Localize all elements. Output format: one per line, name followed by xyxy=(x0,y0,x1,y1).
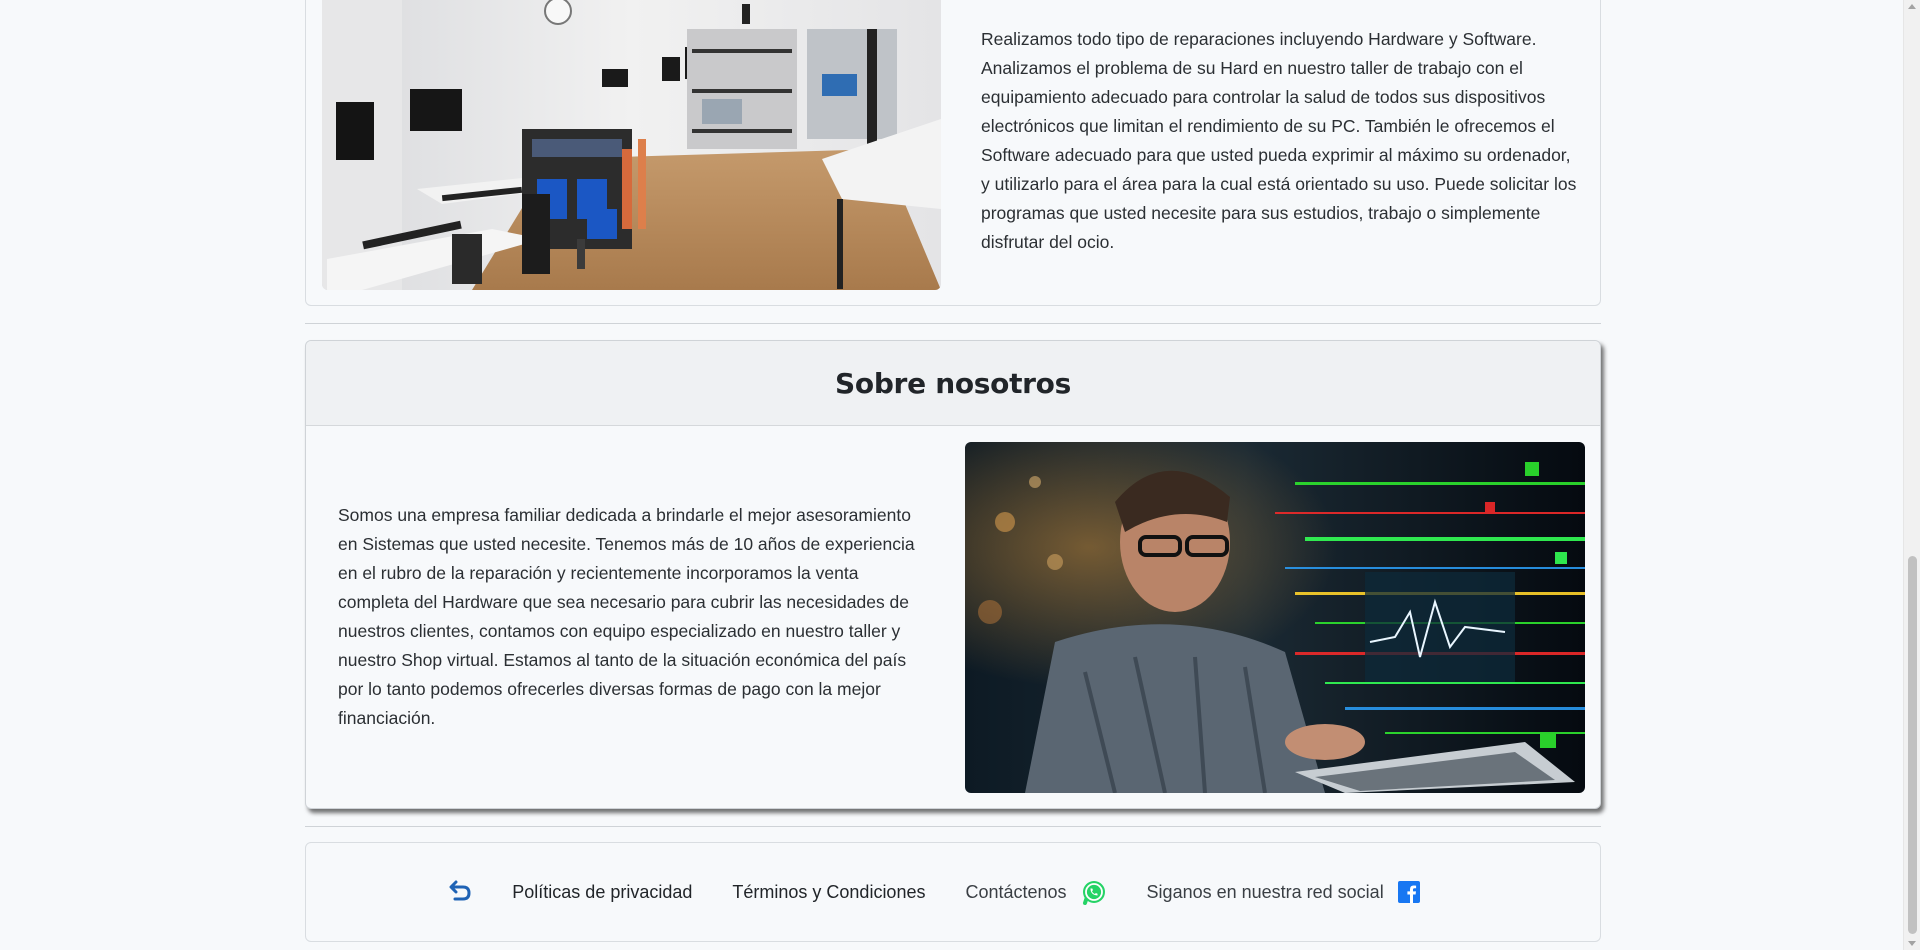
about-title: Sobre nosotros xyxy=(835,366,1071,400)
about-description: Somos una empresa familiar dedicada a br… xyxy=(338,505,915,728)
footer-nav: Políticas de privacidad Términos y Condi… xyxy=(448,879,1420,906)
divider xyxy=(305,323,1601,324)
vertical-scrollbar[interactable] xyxy=(1903,0,1920,950)
service-card: Realizamos todo tipo de reparaciones inc… xyxy=(305,0,1601,306)
facebook-icon xyxy=(1397,881,1420,903)
footer: Políticas de privacidad Términos y Condi… xyxy=(305,842,1601,942)
social-link[interactable]: Siganos en nuestra red social xyxy=(1147,881,1420,903)
scrollbar-thumb[interactable] xyxy=(1908,556,1917,934)
scroll-up-arrow-icon[interactable] xyxy=(1908,4,1916,9)
contact-label: Contáctenos xyxy=(965,881,1067,902)
privacy-link[interactable]: Políticas de privacidad xyxy=(512,882,692,903)
about-header: Sobre nosotros xyxy=(306,341,1600,426)
divider xyxy=(305,826,1601,827)
workshop-photo xyxy=(322,0,941,290)
terms-link[interactable]: Términos y Condiciones xyxy=(732,882,925,903)
return-arrow-icon xyxy=(448,879,472,906)
back-button[interactable] xyxy=(448,879,472,906)
terms-label: Términos y Condiciones xyxy=(732,881,926,902)
service-description: Realizamos todo tipo de reparaciones inc… xyxy=(981,29,1577,252)
whatsapp-icon xyxy=(1081,879,1107,905)
contact-link[interactable]: Contáctenos xyxy=(965,879,1106,905)
scroll-down-arrow-icon[interactable] xyxy=(1908,941,1916,946)
about-card: Sobre nosotros Somos una empresa familia… xyxy=(305,340,1601,809)
technician-photo xyxy=(965,442,1585,793)
privacy-label: Políticas de privacidad xyxy=(512,881,693,902)
page: Realizamos todo tipo de reparaciones inc… xyxy=(0,0,1920,950)
social-label: Siganos en nuestra red social xyxy=(1146,881,1384,902)
